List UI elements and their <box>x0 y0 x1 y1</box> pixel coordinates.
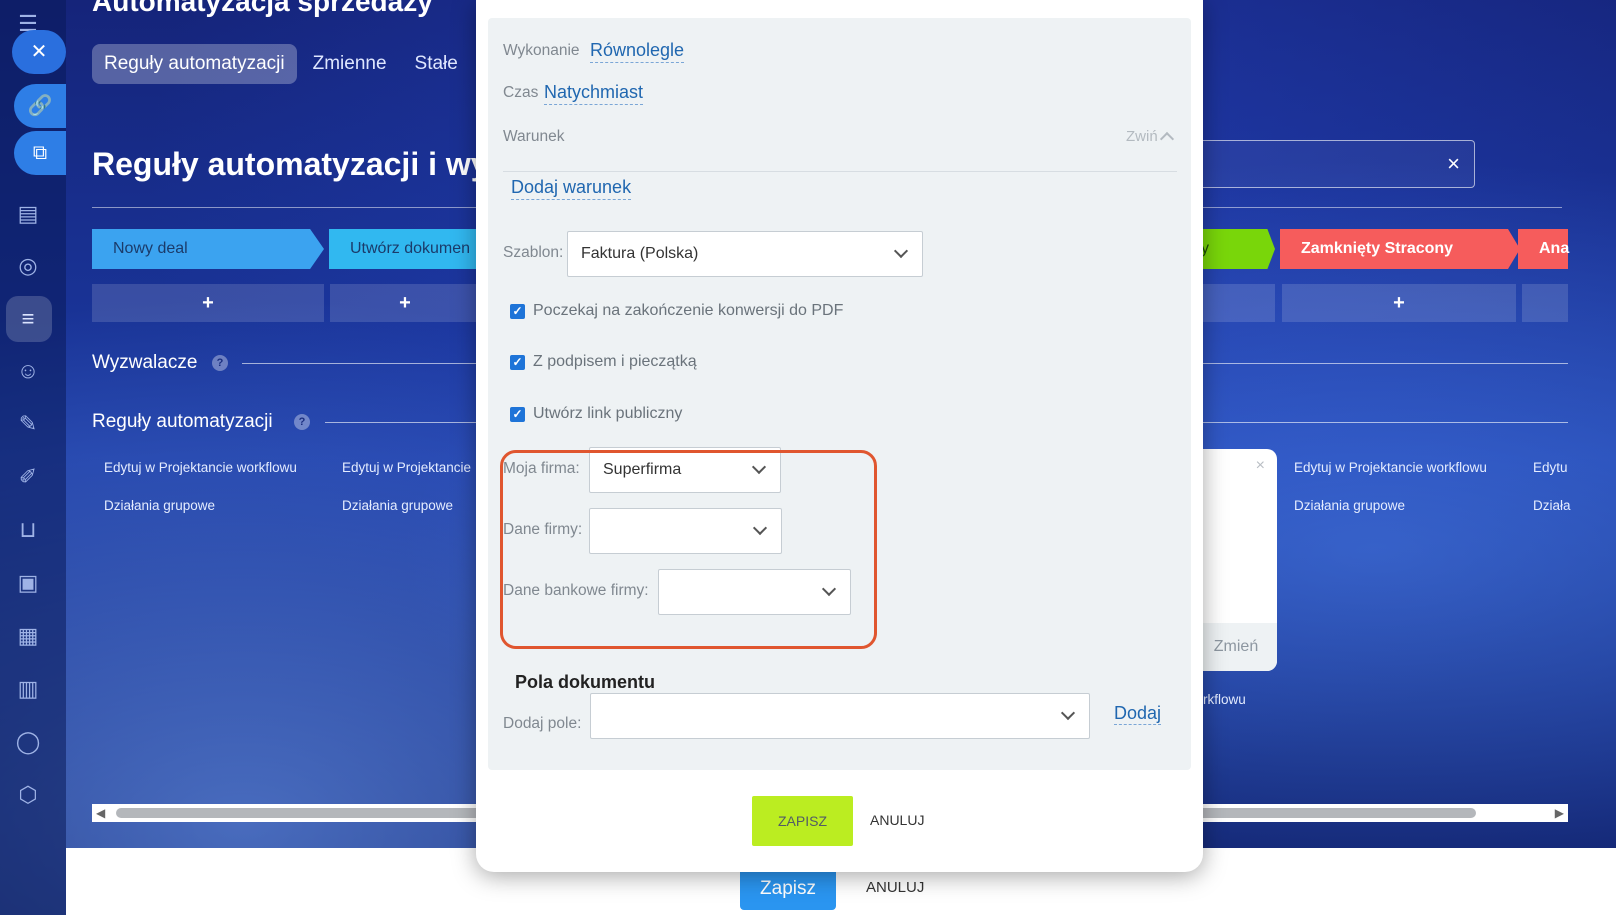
store-icon[interactable]: ▣ <box>14 569 42 597</box>
settings-panel: Wykonanie Równolegle Czas Natychmiast Wa… <box>488 18 1191 770</box>
add-trigger-button[interactable]: + <box>330 284 480 322</box>
add-trigger-button[interactable] <box>1522 284 1568 322</box>
edit-in-designer-link[interactable]: Edytuj w Projektancie <box>342 460 471 475</box>
link-icon: 🔗 <box>27 95 53 117</box>
save-button[interactable]: Zapisz <box>740 868 836 910</box>
triggers-title: Wyzwalacze <box>92 352 198 373</box>
calendar-icon[interactable]: ▦ <box>14 622 42 650</box>
scroll-right-icon[interactable]: ▶ <box>1555 806 1564 820</box>
copy-link-button[interactable]: 🔗 <box>14 84 66 128</box>
add-trigger-button[interactable] <box>1200 284 1275 322</box>
target-icon[interactable]: ◎ <box>14 252 42 280</box>
page-header-title: Automatyzacja sprzedaży <box>92 0 433 17</box>
scroll-left-icon[interactable]: ◀ <box>96 806 105 820</box>
divider <box>503 171 1177 172</box>
cancel-button[interactable]: ANULUJ <box>866 879 924 896</box>
close-icon: ✕ <box>30 41 48 63</box>
divider <box>1203 363 1568 364</box>
template-select-value: Faktura (Polska) <box>581 245 699 262</box>
divider <box>325 422 478 423</box>
pen-icon[interactable]: ✎ <box>14 410 42 438</box>
add-field-link[interactable]: Dodaj <box>1114 703 1162 725</box>
group-actions-link[interactable]: Działania grupowe <box>104 498 215 513</box>
checkbox-label: Poczekaj na zakończenie konwersji do PDF <box>533 302 844 319</box>
checkbox-signature-stamp[interactable]: ✓ <box>510 354 525 370</box>
stage-new-deal[interactable]: Nowy deal <box>92 229 324 269</box>
stage-closed-lost[interactable]: Zamknięty Stracony <box>1280 229 1520 269</box>
chart-icon[interactable]: ▥ <box>14 675 42 703</box>
robot-icon[interactable]: ☺ <box>14 357 42 385</box>
funnel-icon[interactable]: ≡ <box>14 305 42 333</box>
cart-icon[interactable]: ⊔ <box>14 516 42 544</box>
add-field-select[interactable] <box>590 693 1090 739</box>
time-link[interactable]: Natychmiast <box>544 80 644 105</box>
page-title: Reguły automatyzacji i wyz <box>92 146 505 182</box>
checkbox-row[interactable]: ✓ Poczekaj na zakończenie konwersji do P… <box>510 302 843 320</box>
add-field-label: Dodaj pole: <box>503 715 582 732</box>
execution-label: Wykonanie <box>503 42 580 59</box>
tab-constants[interactable]: Stałe <box>403 44 470 84</box>
template-label: Szablon: <box>503 244 564 261</box>
add-trigger-button[interactable]: + <box>1282 284 1516 322</box>
automation-rules-title: Reguły automatyzacji <box>92 411 273 432</box>
tab-variables[interactable]: Zmienne <box>301 44 399 84</box>
change-button[interactable]: Zmień <box>1195 623 1277 671</box>
rule-card: × Zmień <box>1195 449 1277 671</box>
collapse-toggle[interactable]: Zwiń <box>1126 128 1174 147</box>
dialog-cancel-button[interactable]: ANULUJ <box>870 812 924 828</box>
robot-settings-dialog: Wykonanie Równolegle Czas Natychmiast Wa… <box>476 0 1203 872</box>
group-actions-link[interactable]: Działania grupowe <box>342 498 453 513</box>
dialog-save-button[interactable]: ZAPISZ <box>752 796 853 846</box>
checkbox-row[interactable]: ✓ Z podpisem i pieczątką <box>510 353 697 371</box>
checkbox-wait-pdf[interactable]: ✓ <box>510 303 525 319</box>
highlight-frame <box>500 450 877 649</box>
template-select[interactable]: Faktura (Polska) <box>567 231 923 277</box>
group-actions-link[interactable]: Działania grupowe <box>1294 498 1405 513</box>
add-trigger-button[interactable]: + <box>92 284 324 322</box>
left-sidebar: ☰ ✕ 🔗 ⧉ ▤ ◎ ≡ ☺ ✎ ✐ ⊔ ▣ ▦ ▥ ◯ ⬡ <box>0 0 66 915</box>
divider <box>1203 422 1568 423</box>
condition-label: Warunek <box>503 128 565 145</box>
edit-in-designer-link[interactable]: rkflowu <box>1203 692 1246 707</box>
collapse-label: Zwiń <box>1126 128 1158 145</box>
group-actions-link[interactable]: Działa <box>1533 498 1571 513</box>
close-icon[interactable]: × <box>1256 457 1265 475</box>
close-slider-button[interactable]: ✕ <box>12 30 66 74</box>
checkbox-row[interactable]: ✓ Utwórz link publiczny <box>510 405 682 423</box>
checkbox-public-link[interactable]: ✓ <box>510 406 525 422</box>
chevron-up-icon <box>1159 131 1174 147</box>
stage-create-document[interactable]: Utwórz dokumen <box>329 229 479 269</box>
edit-in-designer-link[interactable]: Edytu <box>1533 460 1568 475</box>
external-link-icon: ⧉ <box>32 142 48 164</box>
help-icon[interactable]: ? <box>212 355 228 371</box>
add-condition-link[interactable]: Dodaj warunek <box>511 175 632 200</box>
contact-card-icon[interactable]: ▤ <box>14 200 42 228</box>
checkbox-label: Utwórz link publiczny <box>533 405 683 422</box>
open-new-window-button[interactable]: ⧉ <box>14 131 66 175</box>
cube-icon[interactable]: ⬡ <box>14 781 42 809</box>
chevron-down-icon <box>1060 705 1076 721</box>
time-label: Czas <box>503 84 539 101</box>
help-icon[interactable]: ? <box>294 414 310 430</box>
divider <box>242 363 478 364</box>
edit-in-designer-link[interactable]: Edytuj w Projektancie workflowu <box>1294 460 1487 475</box>
stage-analysis[interactable]: Ana <box>1518 229 1569 269</box>
checkbox-label: Z podpisem i pieczątką <box>533 353 697 370</box>
clear-search-icon[interactable]: × <box>1447 151 1460 177</box>
chevron-down-icon <box>893 243 909 259</box>
execution-mode-link[interactable]: Równolegle <box>590 38 685 63</box>
circle-icon[interactable]: ◯ <box>14 728 42 756</box>
edit-in-designer-link[interactable]: Edytuj w Projektancie workflowu <box>104 460 297 475</box>
tab-automation-rules[interactable]: Reguły automatyzacji <box>92 44 297 84</box>
search-input[interactable]: × <box>1185 140 1475 188</box>
document-edit-icon[interactable]: ✐ <box>14 463 42 491</box>
tab-bar: Reguły automatyzacji Zmienne Stałe <box>92 44 470 84</box>
document-fields-title: Pola dokumentu <box>515 672 656 692</box>
